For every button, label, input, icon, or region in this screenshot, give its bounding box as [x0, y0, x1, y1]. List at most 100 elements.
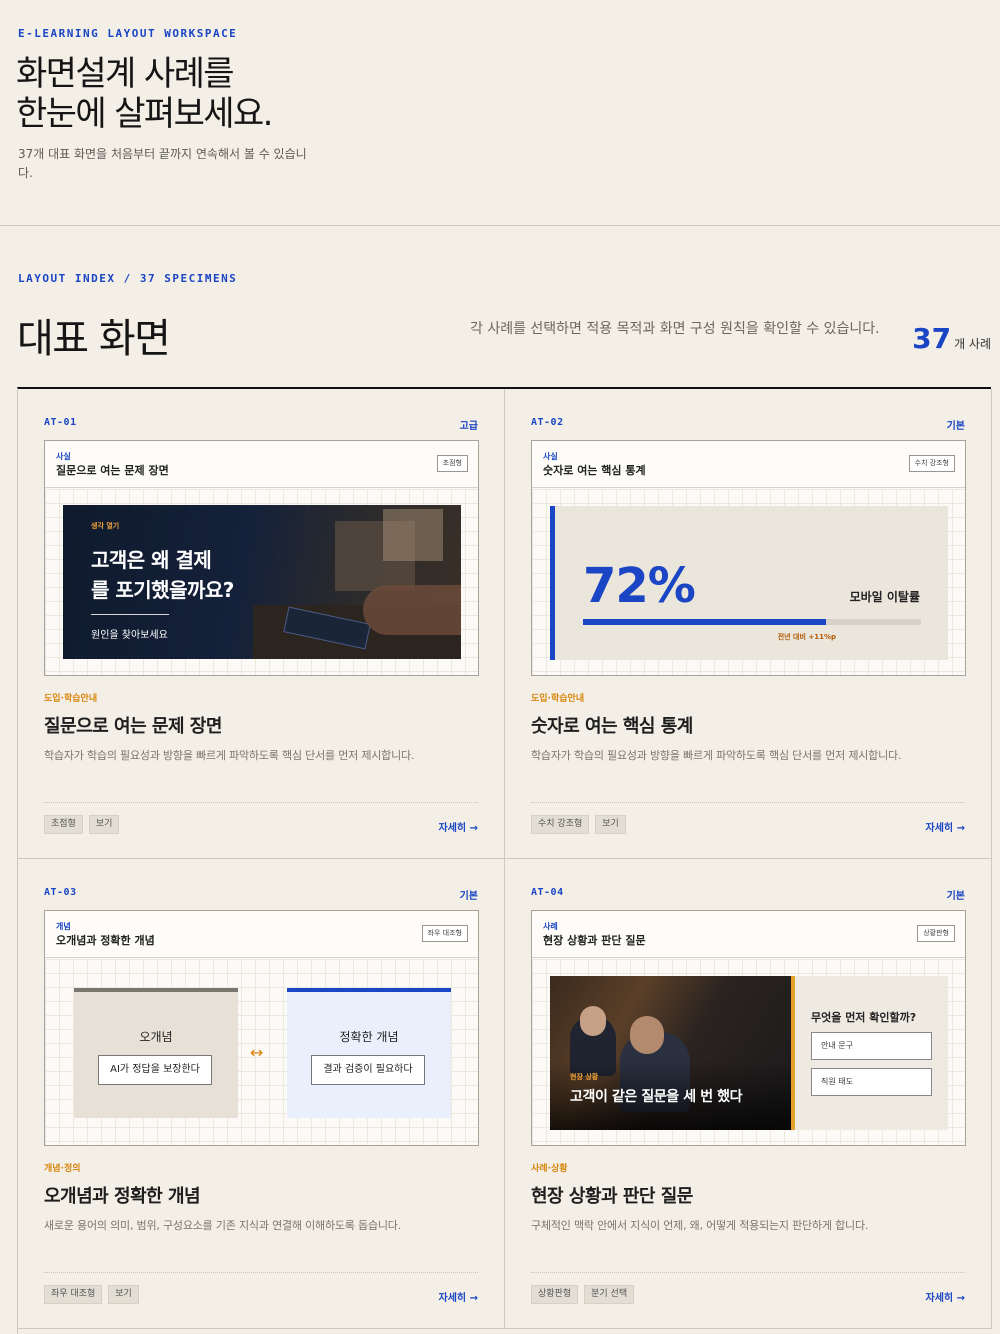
staff-head	[580, 1006, 606, 1036]
section-description: 각 사례를 선택하면 적용 목적과 화면 구성 원칙을 확인할 수 있습니다.	[470, 321, 880, 337]
customer-service-photo: 현장 상황 고객이 같은 질문을 세 번 했다	[550, 976, 791, 1130]
hero-intro: 37개 대표 화면을 처음부터 끝까지 연속해서 볼 수 있습니다.	[18, 147, 307, 180]
details-link[interactable]: 자세히 →	[439, 819, 478, 834]
stat-accent-bar	[550, 506, 555, 660]
hero-title: 화면설계 사례를 한눈에 살펴보세요.	[16, 54, 273, 134]
details-link[interactable]: 자세히 →	[926, 819, 965, 834]
stat-label: 모바일 이탈률	[849, 590, 920, 604]
correct-concept-label: 정확한 개념	[339, 1030, 399, 1044]
stat-progress-fill	[583, 619, 827, 625]
double-arrow-icon: ↔	[250, 1043, 264, 1062]
preview-header: 개념 오개념과 정확한 개념 좌우 대조형	[45, 911, 478, 958]
card-level: 기본	[946, 421, 965, 432]
card-tags: 좌우 대조형 보기	[44, 1285, 139, 1304]
preview-title: 숫자로 여는 핵심 통계	[543, 464, 646, 477]
tag-chip[interactable]: 분기 선택	[584, 1285, 635, 1304]
card-divider	[531, 1272, 965, 1273]
hero-title-line1: 화면설계 사례를	[16, 54, 235, 94]
preview-tag: 상황판형	[917, 925, 955, 942]
card-title: 숫자로 여는 핵심 통계	[531, 716, 693, 737]
card-tags: 상황판형 분기 선택	[531, 1285, 635, 1304]
correct-concept-panel: 정확한 개념 결과 검증이 필요하다	[287, 988, 451, 1118]
preview-category: 사실	[56, 452, 71, 461]
section-title: 대표 화면	[17, 316, 171, 362]
specimen-card[interactable]: AT-04 기본 사례 현장 상황과 판단 질문 상황판형 현장 상황 고객이 …	[505, 859, 992, 1329]
stat-note: 전년 대비 +11%p	[777, 633, 836, 641]
count-number: 37	[912, 322, 952, 355]
preview-tag: 수치 강조형	[908, 455, 955, 472]
tag-chip[interactable]: 보기	[108, 1285, 139, 1304]
hero-title-line2: 한눈에 살펴보세요.	[16, 94, 273, 134]
card-divider	[531, 802, 965, 803]
preview-header: 사실 숫자로 여는 핵심 통계 수치 강조형	[532, 441, 965, 488]
misconception-panel: 오개념 AI가 정답을 보장한다	[74, 988, 238, 1118]
specimen-card[interactable]: AT-03 기본 개념 오개념과 정확한 개념 좌우 대조형 오개념 AI가 정…	[18, 859, 505, 1329]
shopping-bag-shape	[383, 509, 443, 561]
card-code: AT-03	[44, 887, 77, 898]
card-preview: 사실 숫자로 여는 핵심 통계 수치 강조형 72% 모바일 이탈률 전년 대비…	[531, 440, 966, 676]
card-code: AT-02	[531, 417, 564, 428]
specimen-count: 37 개 사례	[912, 322, 991, 355]
card-category: 개념·정의	[44, 1164, 81, 1174]
card-tags: 수치 강조형 보기	[531, 815, 626, 834]
card-description: 학습자가 학습의 필요성과 방향을 빠르게 파악하도록 핵심 단서를 먼저 제시…	[531, 749, 902, 762]
scene-headline-line2: 를 포기했을까요?	[91, 578, 234, 602]
choice-field[interactable]: 안내 문구	[811, 1032, 932, 1060]
problem-scene-image: 생각 열기 고객은 왜 결제 를 포기했을까요? 원인을 찾아보세요	[63, 505, 461, 659]
scene-subtext: 원인을 찾아보세요	[91, 630, 168, 641]
preview-body: 생각 열기 고객은 왜 결제 를 포기했을까요? 원인을 찾아보세요	[45, 489, 478, 675]
card-level: 기본	[459, 891, 478, 902]
specimen-card[interactable]: AT-02 기본 사실 숫자로 여는 핵심 통계 수치 강조형 72% 모바일 …	[505, 389, 992, 859]
stat-progress-track	[583, 619, 921, 625]
preview-body: 현장 상황 고객이 같은 질문을 세 번 했다 무엇을 먼저 확인할까? 안내 …	[532, 959, 965, 1145]
preview-category: 사례	[543, 922, 558, 931]
correct-concept-statement: 결과 검증이 필요하다	[311, 1055, 425, 1085]
tag-chip[interactable]: 보기	[88, 815, 120, 834]
details-link[interactable]: 자세히 →	[439, 1289, 478, 1304]
preview-title: 질문으로 여는 문제 장면	[56, 464, 169, 477]
card-category: 도입·학습안내	[531, 694, 585, 704]
card-category: 도입·학습안내	[44, 694, 98, 704]
case-accent-bar	[791, 976, 795, 1130]
preview-body: 72% 모바일 이탈률 전년 대비 +11%p	[532, 489, 965, 675]
preview-title: 오개념과 정확한 개념	[56, 934, 155, 947]
preview-category: 개념	[56, 922, 71, 931]
card-description: 학습자가 학습의 필요성과 방향을 빠르게 파악하도록 핵심 단서를 먼저 제시…	[44, 749, 415, 762]
details-link[interactable]: 자세히 →	[926, 1289, 965, 1304]
tag-chip[interactable]: 초점형	[44, 815, 83, 834]
preview-body: 오개념 AI가 정답을 보장한다 ↔ 정확한 개념 결과 검증이 필요하다	[45, 959, 478, 1145]
case-panel: 현장 상황 고객이 같은 질문을 세 번 했다 무엇을 먼저 확인할까? 안내 …	[550, 976, 948, 1130]
count-unit: 개 사례	[954, 337, 991, 351]
tag-chip[interactable]: 상황판형	[531, 1285, 579, 1304]
specimen-card[interactable]: AT-01 고급 사실 질문으로 여는 문제 장면 초점형 생각 열기 고객은 …	[18, 389, 505, 859]
hero-eyebrow: E-LEARNING LAYOUT WORKSPACE	[18, 27, 238, 40]
tag-chip[interactable]: 수치 강조형	[531, 815, 590, 834]
card-level: 고급	[459, 421, 478, 432]
card-code: AT-04	[531, 887, 564, 898]
tag-chip[interactable]: 보기	[595, 815, 626, 834]
preview-title: 현장 상황과 판단 질문	[543, 934, 646, 947]
preview-tag: 초점형	[436, 455, 468, 472]
misconception-label: 오개념	[139, 1030, 173, 1044]
customer-head	[630, 1016, 664, 1054]
case-question: 무엇을 먼저 확인할까?	[811, 1011, 917, 1024]
preview-header: 사례 현장 상황과 판단 질문 상황판형	[532, 911, 965, 958]
preview-header: 사실 질문으로 여는 문제 장면 초점형	[45, 441, 478, 488]
card-tags: 초점형 보기	[44, 815, 120, 834]
stat-panel: 72% 모바일 이탈률 전년 대비 +11%p	[550, 506, 948, 660]
card-description: 구체적인 맥락 안에서 지식이 언제, 왜, 어떻게 적용되는지 판단하게 합니…	[531, 1219, 869, 1232]
card-divider	[44, 802, 478, 803]
card-preview: 사실 질문으로 여는 문제 장면 초점형 생각 열기 고객은 왜 결제 를 포기…	[44, 440, 479, 676]
preview-category: 사실	[543, 452, 558, 461]
preview-tag: 좌우 대조형	[421, 925, 468, 942]
hand-illustration	[363, 585, 461, 635]
scene-eyebrow: 생각 열기	[91, 522, 120, 530]
card-title: 현장 상황과 판단 질문	[531, 1186, 693, 1207]
scene-headline: 고객은 왜 결제 를 포기했을까요?	[91, 545, 234, 605]
choice-field[interactable]: 직원 태도	[811, 1068, 932, 1096]
card-level: 기본	[946, 891, 965, 902]
card-preview: 개념 오개념과 정확한 개념 좌우 대조형 오개념 AI가 정답을 보장한다 ↔…	[44, 910, 479, 1146]
tag-chip[interactable]: 좌우 대조형	[44, 1285, 103, 1304]
case-eyebrow: 현장 상황	[570, 1073, 599, 1081]
section-eyebrow: LAYOUT INDEX / 37 SPECIMENS	[18, 272, 238, 285]
